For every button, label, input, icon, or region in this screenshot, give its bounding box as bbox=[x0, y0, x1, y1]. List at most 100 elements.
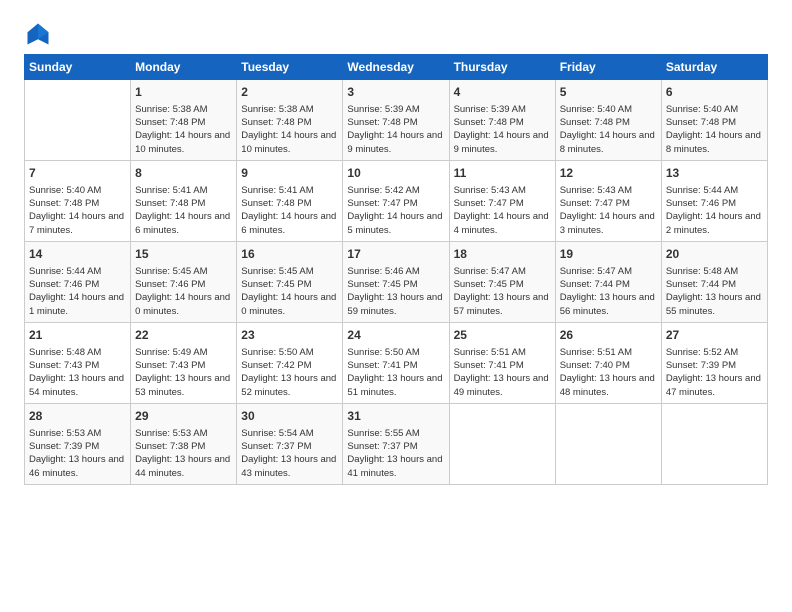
day-info: Sunrise: 5:43 AMSunset: 7:47 PMDaylight:… bbox=[454, 184, 551, 237]
calendar-cell bbox=[661, 403, 767, 484]
day-number: 15 bbox=[135, 246, 232, 263]
day-info: Sunrise: 5:51 AMSunset: 7:40 PMDaylight:… bbox=[560, 346, 657, 399]
day-info: Sunrise: 5:55 AMSunset: 7:37 PMDaylight:… bbox=[347, 427, 444, 480]
calendar-cell: 17 Sunrise: 5:46 AMSunset: 7:45 PMDayligh… bbox=[343, 241, 449, 322]
day-number: 17 bbox=[347, 246, 444, 263]
page-header bbox=[24, 20, 768, 48]
day-info: Sunrise: 5:46 AMSunset: 7:45 PMDaylight:… bbox=[347, 265, 444, 318]
calendar-table: SundayMondayTuesdayWednesdayThursdayFrid… bbox=[24, 54, 768, 485]
calendar-cell: 14Sunrise: 5:44 AMSunset: 7:46 PMDayligh… bbox=[25, 241, 131, 322]
calendar-cell: 4 Sunrise: 5:39 AMSunset: 7:48 PMDaylight… bbox=[449, 80, 555, 161]
day-number: 24 bbox=[347, 327, 444, 344]
day-number: 10 bbox=[347, 165, 444, 182]
day-info: Sunrise: 5:54 AMSunset: 7:37 PMDaylight:… bbox=[241, 427, 338, 480]
calendar-cell: 2 Sunrise: 5:38 AMSunset: 7:48 PMDaylight… bbox=[237, 80, 343, 161]
day-number: 13 bbox=[666, 165, 763, 182]
day-info: Sunrise: 5:47 AMSunset: 7:44 PMDaylight:… bbox=[560, 265, 657, 318]
day-number: 31 bbox=[347, 408, 444, 425]
day-info: Sunrise: 5:48 AMSunset: 7:44 PMDaylight:… bbox=[666, 265, 763, 318]
day-number: 11 bbox=[454, 165, 551, 182]
logo bbox=[24, 20, 56, 48]
calendar-cell: 20 Sunrise: 5:48 AMSunset: 7:44 PMDayligh… bbox=[661, 241, 767, 322]
day-number: 26 bbox=[560, 327, 657, 344]
day-number: 25 bbox=[454, 327, 551, 344]
column-header-friday: Friday bbox=[555, 55, 661, 80]
calendar-cell: 24Sunrise: 5:50 AMSunset: 7:41 PMDayligh… bbox=[343, 322, 449, 403]
day-number: 27 bbox=[666, 327, 763, 344]
calendar-cell: 9 Sunrise: 5:41 AMSunset: 7:48 PMDaylight… bbox=[237, 160, 343, 241]
calendar-cell: 19 Sunrise: 5:47 AMSunset: 7:44 PMDayligh… bbox=[555, 241, 661, 322]
day-info: Sunrise: 5:44 AMSunset: 7:46 PMDaylight:… bbox=[29, 265, 126, 318]
day-number: 7 bbox=[29, 165, 126, 182]
calendar-cell: 26 Sunrise: 5:51 AMSunset: 7:40 PMDayligh… bbox=[555, 322, 661, 403]
column-header-saturday: Saturday bbox=[661, 55, 767, 80]
calendar-week-4: 21Sunrise: 5:48 AMSunset: 7:43 PMDayligh… bbox=[25, 322, 768, 403]
logo-icon bbox=[24, 20, 52, 48]
day-number: 6 bbox=[666, 84, 763, 101]
calendar-cell: 12Sunrise: 5:43 AMSunset: 7:47 PMDayligh… bbox=[555, 160, 661, 241]
calendar-cell: 6 Sunrise: 5:40 AMSunset: 7:48 PMDaylight… bbox=[661, 80, 767, 161]
day-number: 9 bbox=[241, 165, 338, 182]
day-info: Sunrise: 5:41 AMSunset: 7:48 PMDaylight:… bbox=[241, 184, 338, 237]
day-info: Sunrise: 5:43 AMSunset: 7:47 PMDaylight:… bbox=[560, 184, 657, 237]
day-info: Sunrise: 5:39 AMSunset: 7:48 PMDaylight:… bbox=[454, 103, 551, 156]
calendar-cell: 8Sunrise: 5:41 AMSunset: 7:48 PMDaylight… bbox=[131, 160, 237, 241]
day-number: 19 bbox=[560, 246, 657, 263]
day-info: Sunrise: 5:53 AMSunset: 7:38 PMDaylight:… bbox=[135, 427, 232, 480]
column-header-monday: Monday bbox=[131, 55, 237, 80]
day-info: Sunrise: 5:50 AMSunset: 7:42 PMDaylight:… bbox=[241, 346, 338, 399]
day-info: Sunrise: 5:39 AMSunset: 7:48 PMDaylight:… bbox=[347, 103, 444, 156]
calendar-week-1: 1 Sunrise: 5:38 AMSunset: 7:48 PMDaylight… bbox=[25, 80, 768, 161]
calendar-cell: 28Sunrise: 5:53 AMSunset: 7:39 PMDayligh… bbox=[25, 403, 131, 484]
day-info: Sunrise: 5:48 AMSunset: 7:43 PMDaylight:… bbox=[29, 346, 126, 399]
day-number: 2 bbox=[241, 84, 338, 101]
day-number: 16 bbox=[241, 246, 338, 263]
day-info: Sunrise: 5:45 AMSunset: 7:46 PMDaylight:… bbox=[135, 265, 232, 318]
column-header-tuesday: Tuesday bbox=[237, 55, 343, 80]
calendar-cell: 18Sunrise: 5:47 AMSunset: 7:45 PMDayligh… bbox=[449, 241, 555, 322]
day-info: Sunrise: 5:40 AMSunset: 7:48 PMDaylight:… bbox=[666, 103, 763, 156]
calendar-cell: 27 Sunrise: 5:52 AMSunset: 7:39 PMDayligh… bbox=[661, 322, 767, 403]
day-info: Sunrise: 5:40 AMSunset: 7:48 PMDaylight:… bbox=[29, 184, 126, 237]
day-number: 3 bbox=[347, 84, 444, 101]
calendar-cell: 22 Sunrise: 5:49 AMSunset: 7:43 PMDayligh… bbox=[131, 322, 237, 403]
day-info: Sunrise: 5:38 AMSunset: 7:48 PMDaylight:… bbox=[135, 103, 232, 156]
day-info: Sunrise: 5:45 AMSunset: 7:45 PMDaylight:… bbox=[241, 265, 338, 318]
day-number: 5 bbox=[560, 84, 657, 101]
calendar-cell: 3 Sunrise: 5:39 AMSunset: 7:48 PMDaylight… bbox=[343, 80, 449, 161]
day-info: Sunrise: 5:52 AMSunset: 7:39 PMDaylight:… bbox=[666, 346, 763, 399]
calendar-cell: 21Sunrise: 5:48 AMSunset: 7:43 PMDayligh… bbox=[25, 322, 131, 403]
calendar-cell: 23 Sunrise: 5:50 AMSunset: 7:42 PMDayligh… bbox=[237, 322, 343, 403]
calendar-cell: 15 Sunrise: 5:45 AMSunset: 7:46 PMDayligh… bbox=[131, 241, 237, 322]
day-number: 4 bbox=[454, 84, 551, 101]
calendar-cell bbox=[555, 403, 661, 484]
day-info: Sunrise: 5:41 AMSunset: 7:48 PMDaylight:… bbox=[135, 184, 232, 237]
calendar-cell: 16 Sunrise: 5:45 AMSunset: 7:45 PMDayligh… bbox=[237, 241, 343, 322]
calendar-cell: 10Sunrise: 5:42 AMSunset: 7:47 PMDayligh… bbox=[343, 160, 449, 241]
calendar-week-3: 14Sunrise: 5:44 AMSunset: 7:46 PMDayligh… bbox=[25, 241, 768, 322]
column-header-thursday: Thursday bbox=[449, 55, 555, 80]
day-info: Sunrise: 5:49 AMSunset: 7:43 PMDaylight:… bbox=[135, 346, 232, 399]
calendar-header-row: SundayMondayTuesdayWednesdayThursdayFrid… bbox=[25, 55, 768, 80]
calendar-cell: 31 Sunrise: 5:55 AMSunset: 7:37 PMDayligh… bbox=[343, 403, 449, 484]
calendar-cell: 25Sunrise: 5:51 AMSunset: 7:41 PMDayligh… bbox=[449, 322, 555, 403]
calendar-cell bbox=[25, 80, 131, 161]
day-info: Sunrise: 5:40 AMSunset: 7:48 PMDaylight:… bbox=[560, 103, 657, 156]
day-number: 23 bbox=[241, 327, 338, 344]
calendar-week-2: 7 Sunrise: 5:40 AMSunset: 7:48 PMDaylight… bbox=[25, 160, 768, 241]
day-number: 22 bbox=[135, 327, 232, 344]
day-number: 20 bbox=[666, 246, 763, 263]
day-info: Sunrise: 5:47 AMSunset: 7:45 PMDaylight:… bbox=[454, 265, 551, 318]
calendar-cell: 30Sunrise: 5:54 AMSunset: 7:37 PMDayligh… bbox=[237, 403, 343, 484]
day-number: 28 bbox=[29, 408, 126, 425]
calendar-week-5: 28Sunrise: 5:53 AMSunset: 7:39 PMDayligh… bbox=[25, 403, 768, 484]
calendar-cell: 5 Sunrise: 5:40 AMSunset: 7:48 PMDaylight… bbox=[555, 80, 661, 161]
column-header-wednesday: Wednesday bbox=[343, 55, 449, 80]
day-number: 29 bbox=[135, 408, 232, 425]
calendar-cell: 29 Sunrise: 5:53 AMSunset: 7:38 PMDayligh… bbox=[131, 403, 237, 484]
day-info: Sunrise: 5:38 AMSunset: 7:48 PMDaylight:… bbox=[241, 103, 338, 156]
day-number: 1 bbox=[135, 84, 232, 101]
column-header-sunday: Sunday bbox=[25, 55, 131, 80]
calendar-cell: 13Sunrise: 5:44 AMSunset: 7:46 PMDayligh… bbox=[661, 160, 767, 241]
calendar-cell: 1 Sunrise: 5:38 AMSunset: 7:48 PMDaylight… bbox=[131, 80, 237, 161]
